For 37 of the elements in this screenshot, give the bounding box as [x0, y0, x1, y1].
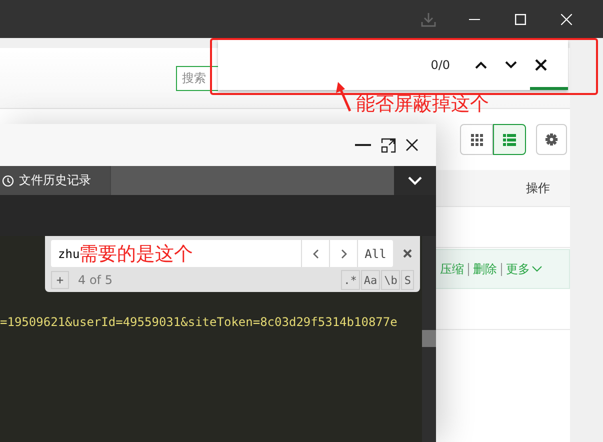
match-count: 4 of 5: [78, 273, 114, 287]
search-option-button[interactable]: S: [401, 270, 414, 290]
find-all-button[interactable]: All: [357, 240, 393, 267]
add-button[interactable]: +: [51, 271, 69, 289]
action-link[interactable]: 压缩: [440, 260, 464, 278]
search-option-button[interactable]: Aa: [360, 270, 380, 290]
scrollbar-thumb[interactable]: [422, 330, 436, 347]
clock-icon: [2, 174, 14, 186]
maximize-icon[interactable]: [514, 14, 526, 24]
match-count: 0/0: [430, 58, 450, 72]
minimize-icon[interactable]: [468, 18, 480, 20]
search-option-button[interactable]: \b: [381, 270, 400, 290]
list-view-button[interactable]: [493, 124, 526, 155]
gear-icon: [545, 133, 558, 146]
chevron-down-icon[interactable]: [408, 176, 422, 185]
annotation-text: 能否屏蔽掉这个: [356, 92, 489, 117]
annotation-arrow: [333, 80, 353, 112]
action-link[interactable]: 更多: [506, 260, 542, 278]
selected-table-row[interactable]: 压缩 删除 更多: [436, 249, 570, 289]
annotation-text: 需要的是这个: [79, 242, 193, 267]
search-field[interactable]: 搜索: [176, 66, 218, 90]
chevron-left-icon: [312, 248, 318, 258]
code-line: =19509621&userId=49559031&siteToken=8c03d29f5314b10877e: [0, 315, 398, 329]
action-link[interactable]: 删除: [473, 260, 497, 278]
search-option-button[interactable]: .*: [340, 270, 360, 290]
chevron-right-icon: [340, 248, 346, 258]
list-icon: [503, 134, 516, 146]
close-icon[interactable]: [535, 59, 547, 71]
expand-icon[interactable]: [381, 138, 396, 152]
grid-view-button[interactable]: [460, 124, 493, 155]
settings-button[interactable]: [536, 124, 567, 155]
grid-icon: [470, 134, 482, 146]
file-history-tab[interactable]: 文件历史记录: [0, 166, 111, 195]
previous-match-icon[interactable]: [475, 61, 487, 69]
close-icon[interactable]: [406, 139, 418, 151]
next-match-icon[interactable]: [505, 61, 517, 69]
column-header: 操作: [526, 180, 550, 196]
